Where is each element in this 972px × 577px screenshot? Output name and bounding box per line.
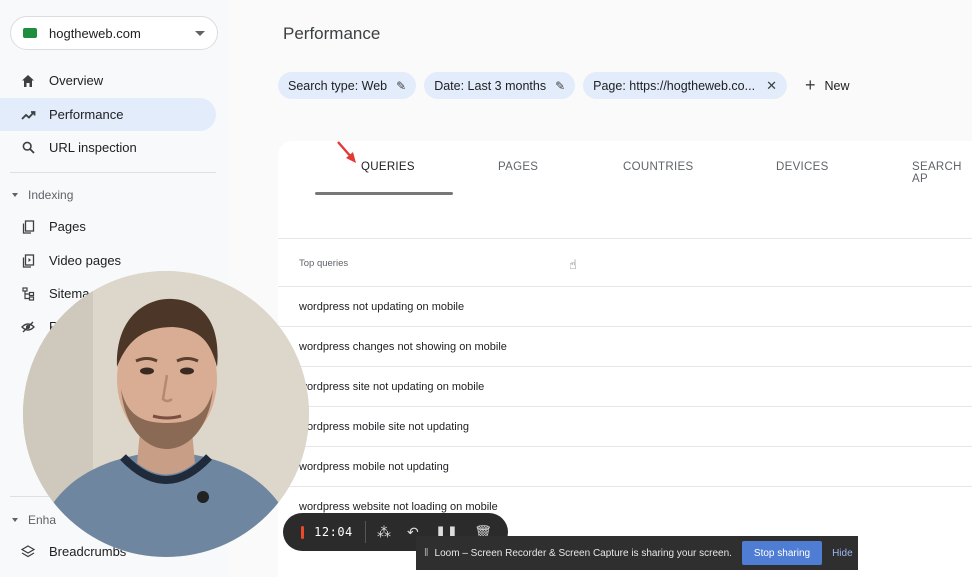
- chip-label: Search type: Web: [288, 78, 388, 93]
- collapse-icon: [12, 193, 18, 197]
- tab-queries[interactable]: QUERIES: [361, 161, 415, 173]
- section-indexing[interactable]: Indexing: [12, 188, 73, 202]
- table-row[interactable]: wordpress mobile site not updating: [278, 406, 972, 446]
- section-enhancements[interactable]: Enha: [12, 513, 56, 527]
- sidebar-item-url-inspection[interactable]: URL inspection: [0, 131, 216, 164]
- trending-icon: [20, 107, 36, 123]
- presenter-video: [23, 271, 309, 557]
- sidebar-item-overview[interactable]: Overview: [0, 64, 216, 97]
- tab-countries[interactable]: COUNTRIES: [623, 161, 693, 173]
- recording-timer: 12:04: [314, 525, 353, 539]
- sidebar-item-label: Overview: [49, 73, 104, 88]
- stop-sharing-button[interactable]: Stop sharing: [741, 541, 823, 565]
- annotation-arrow-icon: [337, 141, 356, 163]
- dimension-tabs: QUERIES PAGES COUNTRIES DEVICES SEARCH A…: [278, 141, 972, 197]
- home-icon: [20, 73, 36, 89]
- report-card: QUERIES PAGES COUNTRIES DEVICES SEARCH A…: [278, 141, 972, 577]
- chip-search-type[interactable]: Search type: Web ✎: [278, 72, 417, 99]
- main-content: Performance Search type: Web ✎ Date: Las…: [228, 0, 972, 577]
- close-icon[interactable]: ✕: [766, 78, 777, 94]
- hide-link[interactable]: Hide: [832, 548, 853, 559]
- tab-search-appearance[interactable]: SEARCH AP: [912, 161, 972, 185]
- sidebar-item-performance[interactable]: Performance: [0, 98, 216, 131]
- table-row[interactable]: wordpress not updating on mobile: [278, 286, 972, 326]
- sidebar-divider: [10, 172, 216, 173]
- property-selector[interactable]: hogtheweb.com: [10, 16, 218, 50]
- section-label: Indexing: [28, 188, 74, 202]
- search-icon: [20, 140, 36, 156]
- sitemap-icon: [20, 286, 36, 302]
- page-title: Performance: [283, 24, 381, 43]
- divider: [278, 238, 972, 239]
- plus-icon: +: [804, 75, 816, 95]
- sidebar-item-pages[interactable]: Pages: [0, 210, 216, 243]
- column-header-top-queries[interactable]: Top queries: [299, 258, 348, 269]
- screen-sharing-bar: ‖ Loom – Screen Recorder & Screen Captur…: [416, 536, 858, 570]
- sidebar-item-label: Performance: [49, 107, 124, 122]
- tab-devices[interactable]: DEVICES: [776, 161, 829, 173]
- property-name: hogtheweb.com: [49, 25, 141, 41]
- stop-recording-button[interactable]: [301, 525, 305, 539]
- section-label: Enha: [28, 513, 57, 527]
- property-flag-icon: [23, 28, 37, 38]
- drawing-tools-icon[interactable]: ⁂: [377, 524, 391, 541]
- new-label: New: [824, 78, 850, 93]
- hand-cursor-icon: ☝: [569, 257, 577, 272]
- chip-date[interactable]: Date: Last 3 months ✎: [424, 72, 576, 99]
- breadcrumbs-icon: [20, 544, 36, 560]
- drag-handle-icon[interactable]: ‖: [424, 547, 429, 559]
- chip-label: Page: https://hogtheweb.co...: [593, 78, 756, 93]
- sidebar-item-label: URL inspection: [49, 140, 137, 155]
- pencil-icon[interactable]: ✎: [555, 79, 565, 93]
- video-icon: [20, 253, 36, 269]
- filter-chips: Search type: Web ✎ Date: Last 3 months ✎…: [278, 72, 850, 99]
- active-tab-indicator: [315, 192, 453, 195]
- sidebar-item-label: Video pages: [49, 253, 122, 268]
- sidebar-item-label: Pages: [49, 219, 86, 234]
- table-row[interactable]: wordpress changes not showing on mobile: [278, 326, 972, 366]
- tab-pages[interactable]: PAGES: [498, 161, 538, 173]
- table-row[interactable]: wordpress site not updating on mobile: [278, 366, 972, 406]
- removals-icon: [20, 319, 36, 335]
- new-filter-button[interactable]: + New: [805, 75, 850, 96]
- chip-page[interactable]: Page: https://hogtheweb.co... ✕: [583, 72, 787, 99]
- collapse-icon: [12, 518, 18, 522]
- webcam-overlay[interactable]: [23, 271, 309, 557]
- sharing-message: Loom – Screen Recorder & Screen Capture …: [434, 547, 732, 559]
- pencil-icon[interactable]: ✎: [396, 79, 406, 93]
- table-row[interactable]: wordpress mobile not updating: [278, 446, 972, 486]
- chip-label: Date: Last 3 months: [434, 78, 547, 93]
- chevron-down-icon: [195, 30, 205, 36]
- pages-icon: [20, 219, 36, 235]
